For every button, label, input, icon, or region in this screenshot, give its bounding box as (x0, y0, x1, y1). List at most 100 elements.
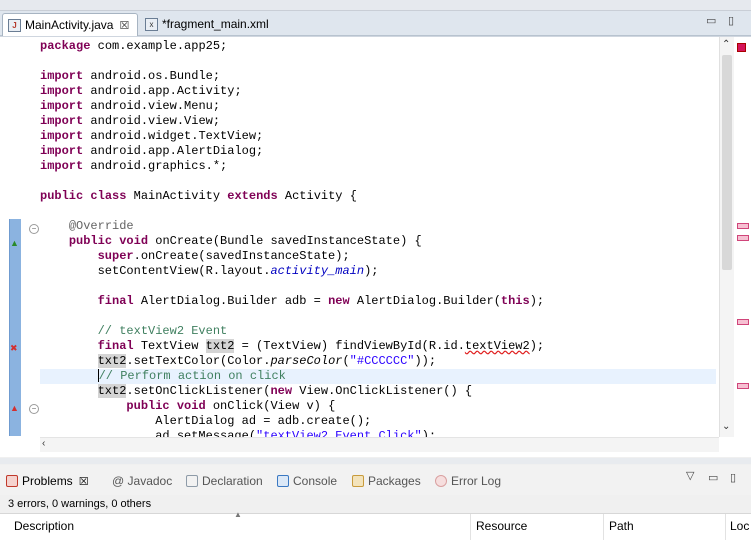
code-line[interactable]: // textView2 Event (40, 324, 716, 339)
error-summary-icon[interactable] (737, 43, 746, 52)
tab-error-log[interactable]: Error Log (435, 474, 501, 488)
code-line[interactable]: super.onCreate(savedInstanceState); (40, 249, 716, 264)
code-line[interactable]: final TextView txt2 = (TextView) findVie… (40, 339, 716, 354)
code-token: txt2 (205, 339, 235, 353)
scroll-up-icon[interactable]: ⌃ (722, 39, 730, 50)
code-token: final (97, 339, 134, 353)
code-text[interactable]: package com.example.app25; import android… (40, 39, 716, 437)
scroll-thumb[interactable] (722, 55, 732, 270)
maximize-panel-button[interactable]: ▯ (730, 471, 736, 484)
column-divider[interactable] (470, 514, 471, 540)
overview-marker[interactable] (737, 223, 749, 229)
code-token: @Override (68, 219, 134, 233)
code-token: "#CCCCCC" (349, 354, 415, 368)
column-divider[interactable] (603, 514, 604, 540)
view-menu-icon[interactable]: ▽ (686, 469, 694, 482)
editor-tab-bar: J MainActivity.java ☒ x *fragment_main.x… (0, 11, 751, 36)
code-line[interactable] (40, 204, 716, 219)
maximize-editor-button[interactable]: ▯ (728, 14, 734, 27)
scroll-left-icon[interactable]: ‹ (42, 438, 45, 449)
tab-javadoc[interactable]: @ Javadoc (112, 474, 172, 488)
code-token: Activity { (277, 189, 357, 203)
problems-table-header: ▲ Description Resource Path Loc (0, 510, 751, 540)
code-token: TextView (133, 339, 206, 353)
code-line[interactable]: public class MainActivity extends Activi… (40, 189, 716, 204)
code-token: final (97, 294, 134, 308)
code-token: android.app.Activity; (83, 84, 242, 98)
code-line[interactable] (40, 174, 716, 189)
code-line[interactable]: import android.os.Bundle; (40, 69, 716, 84)
code-token: android.os.Bundle; (83, 69, 221, 83)
code-editor[interactable]: ▲ ✖ ▲ − − package com.example.app25; impo… (0, 36, 751, 457)
code-line[interactable]: import android.view.Menu; (40, 99, 716, 114)
fold-toggle-icon[interactable]: − (29, 224, 39, 234)
tab-label: Problems (22, 474, 73, 488)
code-line[interactable]: AlertDialog ad = adb.create(); (40, 414, 716, 429)
overview-marker[interactable] (737, 235, 749, 241)
code-token: new (328, 294, 350, 308)
tab-declaration[interactable]: Declaration (186, 474, 263, 488)
code-line[interactable] (40, 309, 716, 324)
tab-packages[interactable]: Packages (352, 474, 421, 488)
vertical-scrollbar[interactable]: ⌃ ⌄ (719, 37, 734, 437)
minimize-editor-button[interactable]: ▭ (706, 14, 716, 27)
code-line[interactable]: public void onCreate(Bundle savedInstanc… (40, 234, 716, 249)
tab-main-activity[interactable]: J MainActivity.java ☒ (2, 13, 138, 36)
code-token: MainActivity (126, 189, 228, 203)
column-divider[interactable] (725, 514, 726, 540)
tab-problems[interactable]: Problems ☒ (6, 474, 89, 488)
code-token: android.view.Menu; (83, 99, 221, 113)
code-token: public (126, 399, 170, 413)
code-token: // Perform action on click (98, 369, 286, 383)
code-line[interactable]: ad.setMessage("textView2 Event Click"); (40, 429, 716, 437)
code-token: import (40, 129, 84, 143)
code-line[interactable]: import android.app.Activity; (40, 84, 716, 99)
code-line[interactable]: package com.example.app25; (40, 39, 716, 54)
close-icon[interactable]: ☒ (79, 475, 89, 488)
code-line[interactable]: final AlertDialog.Builder adb = new Aler… (40, 294, 716, 309)
code-token: onCreate(Bundle savedInstanceState) { (148, 234, 422, 248)
panel-sash[interactable] (0, 458, 751, 464)
code-token: import (40, 144, 84, 158)
code-line[interactable] (40, 54, 716, 69)
minimize-panel-button[interactable]: ▭ (708, 471, 718, 484)
code-line[interactable]: import android.graphics.*; (40, 159, 716, 174)
column-path[interactable]: Path (609, 519, 634, 533)
code-line[interactable]: @Override (40, 219, 716, 234)
code-line[interactable]: txt2.setTextColor(Color.parseColor("#CCC… (40, 354, 716, 369)
code-token: import (40, 114, 84, 128)
error-marker-icon[interactable]: ✖ (10, 344, 18, 353)
tab-label: Declaration (202, 474, 263, 488)
column-location[interactable]: Loc (730, 519, 749, 533)
code-token: class (90, 189, 127, 203)
error-marker-icon[interactable]: ▲ (10, 404, 19, 413)
horizontal-scrollbar[interactable]: ‹ (40, 437, 719, 452)
overview-marker[interactable] (737, 383, 749, 389)
overview-marker[interactable] (737, 319, 749, 325)
tab-fragment-main-xml[interactable]: x *fragment_main.xml (140, 13, 290, 35)
fold-toggle-icon[interactable]: − (29, 404, 39, 414)
tab-console[interactable]: Console (277, 474, 337, 488)
column-description[interactable]: Description (14, 519, 74, 533)
code-line[interactable] (40, 279, 716, 294)
tab-label: Console (293, 474, 338, 488)
column-resource[interactable]: Resource (476, 519, 527, 533)
code-token: ); (529, 339, 545, 353)
xml-file-icon: x (145, 17, 158, 31)
overview-ruler[interactable] (734, 37, 751, 437)
code-line[interactable]: // Perform action on click (40, 369, 716, 384)
code-token: import (40, 159, 84, 173)
code-line[interactable]: import android.app.AlertDialog; (40, 144, 716, 159)
code-line[interactable]: public void onClick(View v) { (40, 399, 716, 414)
code-token: this (500, 294, 530, 308)
close-icon[interactable]: ☒ (119, 19, 129, 32)
code-line[interactable]: setContentView(R.layout.activity_main); (40, 264, 716, 279)
code-line[interactable]: import android.view.View; (40, 114, 716, 129)
code-line[interactable]: import android.widget.TextView; (40, 129, 716, 144)
code-line[interactable]: txt2.setOnClickListener(new View.OnClick… (40, 384, 716, 399)
scroll-down-icon[interactable]: ⌄ (722, 421, 730, 432)
